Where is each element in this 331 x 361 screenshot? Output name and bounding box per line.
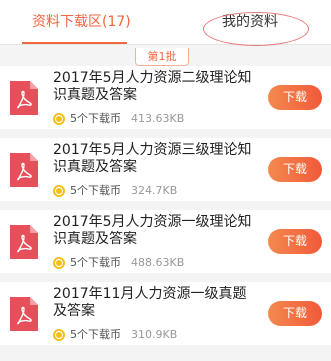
highlight-ring	[203, 12, 309, 46]
item-title: 2017年5月人力资源三级理论知识真题及答案	[53, 142, 252, 175]
list-item: 2017年5月人力资源一级理论知识真题及答案 5个下载币 488.63KB 下载	[0, 210, 331, 273]
list-item: 2017年5月人力资源三级理论知识真题及答案 5个下载币 324.7KB 下载	[0, 138, 331, 201]
item-size: 488.63KB	[131, 256, 185, 269]
download-button[interactable]: 下载	[268, 85, 322, 110]
item-price: 5个下载币	[70, 328, 121, 341]
coin-icon	[53, 257, 65, 269]
item-title: 2017年5月人力资源一级理论知识真题及答案	[53, 214, 252, 247]
download-button[interactable]: 下载	[268, 157, 322, 182]
item-size: 413.63KB	[131, 112, 185, 125]
coin-icon	[53, 113, 65, 125]
download-button[interactable]: 下载	[268, 301, 322, 326]
pdf-file-icon	[10, 297, 38, 331]
item-price: 5个下载币	[70, 256, 121, 269]
item-title: 2017年5月人力资源二级理论知识真题及答案	[53, 70, 252, 103]
item-price: 5个下载币	[70, 112, 121, 125]
tab-bar: 资料下载区(17) 我的资料	[0, 0, 331, 46]
item-size: 324.7KB	[131, 184, 178, 197]
item-price: 5个下载币	[70, 184, 121, 197]
pdf-file-icon	[10, 225, 38, 259]
item-title: 2017年11月人力资源一级真题及答案	[53, 286, 247, 319]
list-item: 2017年11月人力资源一级真题及答案 5个下载币 310.9KB 下载	[0, 282, 331, 345]
download-button[interactable]: 下载	[268, 229, 322, 254]
tab-downloads[interactable]: 资料下载区(17)	[32, 12, 131, 32]
batch-label: 第1批	[135, 48, 189, 66]
active-tab-indicator	[22, 42, 127, 44]
list-item: 2017年5月人力资源二级理论知识真题及答案 5个下载币 413.63KB 下载	[0, 66, 331, 129]
item-size: 310.9KB	[131, 328, 178, 341]
coin-icon	[53, 329, 65, 341]
pdf-file-icon	[10, 153, 38, 187]
coin-icon	[53, 185, 65, 197]
pdf-file-icon	[10, 81, 38, 115]
